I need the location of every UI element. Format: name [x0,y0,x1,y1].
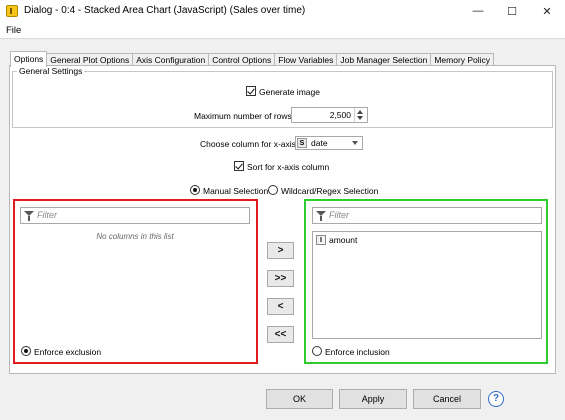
max-rows-spinner[interactable]: 2,500 [291,107,368,123]
include-filter-placeholder: Filter [329,210,349,220]
add-button[interactable]: > [267,242,294,259]
remove-all-button[interactable]: << [267,326,294,343]
enforce-inclusion-radio[interactable] [312,346,322,358]
spin-up-icon[interactable] [357,110,363,114]
x-axis-value[interactable]: date [311,138,328,148]
general-settings-title: General Settings [17,66,85,76]
sort-x-axis-checkbox[interactable] [234,161,244,173]
wildcard-selection-label: Wildcard/Regex Selection [281,186,379,196]
add-all-button[interactable]: >> [267,270,294,287]
cancel-button[interactable]: Cancel [413,389,481,409]
exclude-panel: Filter No columns in this list Enforce e… [13,199,258,364]
minimize-icon[interactable]: — [461,0,495,22]
include-filter-input[interactable]: Filter [312,207,542,224]
include-panel: Filter I amount Enforce inclusion [304,199,548,364]
ok-button[interactable]: OK [266,389,333,409]
manual-selection-radio[interactable] [190,185,200,197]
exclude-list[interactable]: No columns in this list [20,228,250,338]
filter-icon [316,211,326,221]
filter-icon [24,211,34,221]
maximize-icon[interactable]: ☐ [495,0,529,22]
enforce-exclusion-label: Enforce exclusion [34,347,102,357]
checkbox-checked-icon[interactable] [234,161,244,171]
apply-button[interactable]: Apply [339,389,407,409]
exclude-filter-placeholder: Filter [37,210,57,220]
title-bar: Dialog - 0:4 - Stacked Area Chart (JavaS… [0,0,565,22]
string-type-icon: S [297,138,307,148]
radio-selected-icon[interactable] [21,346,31,356]
max-rows-label: Maximum number of rows [194,111,292,121]
spinner-buttons[interactable] [354,108,367,122]
generate-image-checkbox[interactable] [246,86,256,98]
x-axis-select[interactable]: S date [295,136,363,150]
x-axis-label: Choose column for x-axis [200,139,296,149]
spin-down-icon[interactable] [357,116,363,120]
manual-selection-label: Manual Selection [203,186,269,196]
menu-bar: File [0,22,565,38]
help-icon[interactable]: ? [488,391,504,407]
checkbox-checked-icon[interactable] [246,86,256,96]
remove-button[interactable]: < [267,298,294,315]
list-item-label[interactable]: amount [329,235,357,245]
exclude-empty-message: No columns in this list [96,232,174,241]
sort-x-axis-label: Sort for x-axis column [247,162,330,172]
enforce-exclusion-radio[interactable] [21,346,31,358]
radio-unselected-icon[interactable] [268,185,278,195]
close-icon[interactable]: ✕ [530,0,564,22]
enforce-inclusion-label: Enforce inclusion [325,347,390,357]
menu-file[interactable]: File [6,25,21,36]
chevron-down-icon[interactable] [352,141,358,145]
radio-unselected-icon[interactable] [312,346,322,356]
integer-type-icon: I [316,235,326,245]
list-item[interactable]: I amount [316,235,357,245]
knime-node-icon [6,5,18,17]
exclude-filter-input[interactable]: Filter [20,207,250,224]
wildcard-selection-radio[interactable] [268,185,278,197]
include-list[interactable]: I amount [312,231,542,339]
max-rows-value[interactable]: 2,500 [330,110,351,120]
tab-options[interactable]: Options [10,51,48,67]
radio-selected-icon[interactable] [190,185,200,195]
window-title: Dialog - 0:4 - Stacked Area Chart (JavaS… [24,5,306,16]
generate-image-label: Generate image [259,87,320,97]
